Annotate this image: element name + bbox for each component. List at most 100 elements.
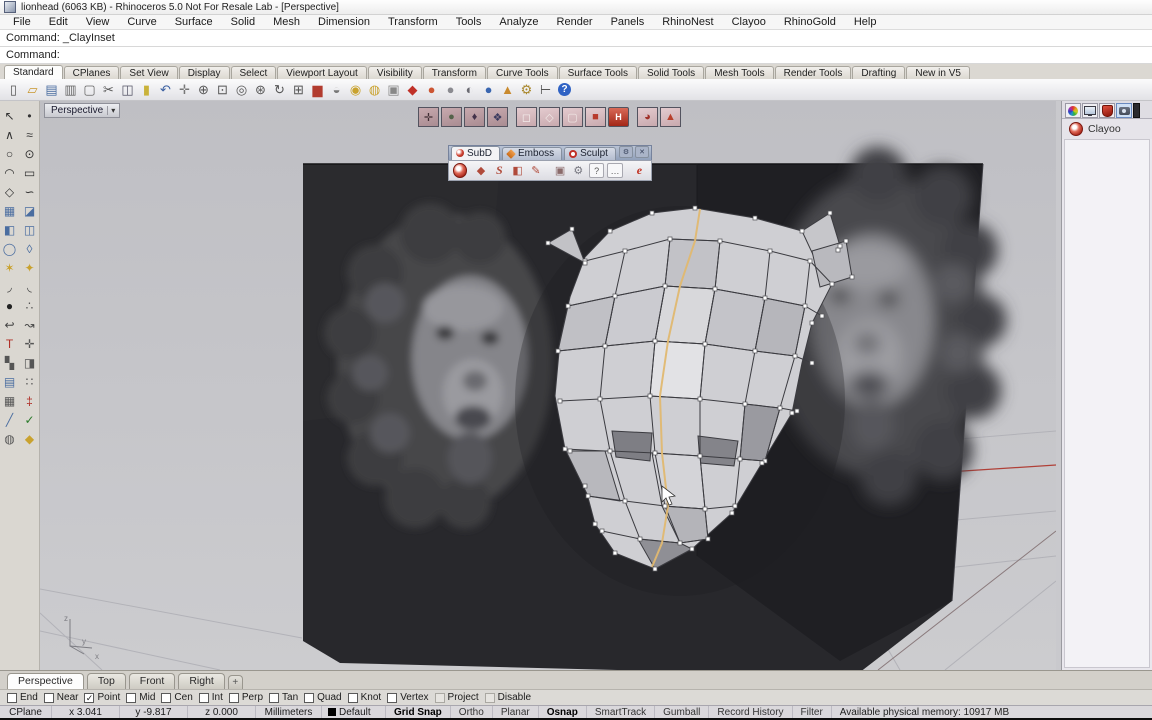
cone-icon[interactable]: ▲ bbox=[498, 81, 517, 99]
tool-curve-icon[interactable]: ≈ bbox=[20, 125, 39, 144]
menu-file[interactable]: File bbox=[4, 16, 40, 28]
osnap-int-checkbox[interactable]: Int bbox=[198, 692, 223, 703]
clayoo-logo-icon[interactable] bbox=[453, 163, 468, 178]
subd-pen-icon[interactable]: ✎ bbox=[528, 163, 543, 179]
title-bar[interactable]: lionhead (6063 KB) - Rhinoceros 5.0 Not … bbox=[0, 0, 1152, 15]
tool-loft-icon[interactable]: ◪ bbox=[20, 201, 39, 220]
osnap-cen-checkbox[interactable]: Cen bbox=[161, 692, 193, 703]
pane-ortho[interactable]: Ortho bbox=[451, 706, 493, 718]
save-icon[interactable]: ▤ bbox=[42, 81, 61, 99]
clayoo-subd-sphere-icon[interactable]: ● bbox=[441, 107, 462, 127]
tool-text-icon[interactable]: T bbox=[0, 334, 19, 353]
tool-cylinder-icon[interactable]: ◫ bbox=[20, 220, 39, 239]
gear-icon[interactable]: ⚙ bbox=[619, 146, 633, 158]
checkbox-box[interactable] bbox=[484, 692, 495, 703]
tab-display-icon[interactable] bbox=[1082, 103, 1098, 118]
tool-box-icon[interactable]: ◧ bbox=[0, 220, 19, 239]
checkbox-box[interactable] bbox=[7, 692, 17, 703]
ribbon-tab-standard[interactable]: Standard bbox=[4, 65, 63, 79]
menu-panels[interactable]: Panels bbox=[602, 16, 654, 28]
osnap-disable-checkbox[interactable]: Disable bbox=[484, 692, 531, 703]
pane-gumball[interactable]: Gumball bbox=[655, 706, 710, 718]
ribbon-tab-render-tools[interactable]: Render Tools bbox=[774, 66, 852, 79]
tool-select-icon[interactable]: ↖ bbox=[0, 106, 19, 125]
ribbon-tab-surface-tools[interactable]: Surface Tools bbox=[558, 66, 637, 79]
tool-dimension-icon[interactable]: ‡ bbox=[20, 391, 39, 410]
print-icon[interactable]: ▥ bbox=[61, 81, 80, 99]
osnap-near-checkbox[interactable]: Near bbox=[43, 692, 78, 703]
subd-more-icon[interactable]: … bbox=[607, 163, 623, 178]
undo-icon[interactable]: ↶ bbox=[156, 81, 175, 99]
open-file-icon[interactable]: ▱ bbox=[23, 81, 42, 99]
viewport-3d-scene[interactable]: z yx bbox=[40, 101, 1056, 670]
ribbon-tab-cplanes[interactable]: CPlanes bbox=[63, 66, 120, 79]
menu-clayoo[interactable]: Clayoo bbox=[723, 16, 775, 28]
vtab-perspective[interactable]: Perspective bbox=[7, 673, 84, 689]
clayoo-subd-pin-icon[interactable]: ✛ bbox=[418, 107, 439, 127]
cplane-pane[interactable]: CPlane bbox=[0, 706, 52, 718]
tab-sculpt[interactable]: Sculpt bbox=[564, 147, 616, 160]
units-pane[interactable]: Millimeters bbox=[256, 706, 322, 718]
checkbox-box[interactable] bbox=[269, 692, 280, 703]
tool-deform-icon[interactable]: ◊ bbox=[20, 239, 39, 258]
clayoo-round-box-icon[interactable]: ▢ bbox=[562, 107, 583, 127]
clayoo-subd-pipe-icon[interactable]: ♦ bbox=[464, 107, 485, 127]
ribbon-tab-drafting[interactable]: Drafting bbox=[852, 66, 906, 79]
menu-render[interactable]: Render bbox=[548, 16, 602, 28]
tab-properties-icon[interactable] bbox=[1065, 103, 1081, 118]
tool-blocks-icon[interactable]: ▚ bbox=[0, 353, 19, 372]
ribbon-tab-select[interactable]: Select bbox=[230, 66, 277, 79]
zoom-window-icon[interactable]: ⊡ bbox=[213, 81, 232, 99]
subd-edit-icon[interactable]: ◆ bbox=[473, 163, 488, 179]
osnap-perp-checkbox[interactable]: Perp bbox=[228, 692, 263, 703]
add-viewport-tab-button[interactable]: + bbox=[227, 675, 243, 689]
clayoo-box-icon[interactable]: ◻ bbox=[516, 107, 537, 127]
ribbon-tab-set-view[interactable]: Set View bbox=[120, 66, 178, 79]
ghosted-mode-icon[interactable]: ◐ bbox=[460, 81, 479, 99]
color-wheel-icon[interactable]: ● bbox=[422, 81, 441, 99]
ribbon-tab-transform[interactable]: Transform bbox=[422, 66, 486, 79]
menu-edit[interactable]: Edit bbox=[40, 16, 77, 28]
tool-grid-icon[interactable]: ▦ bbox=[0, 391, 19, 410]
pane-record-history[interactable]: Record History bbox=[709, 706, 793, 718]
pane-filter[interactable]: Filter bbox=[793, 706, 832, 718]
tool-move-icon[interactable]: ✛ bbox=[20, 334, 39, 353]
checkbox-box[interactable] bbox=[228, 692, 239, 703]
ribbon-tab-display[interactable]: Display bbox=[178, 66, 230, 79]
sun-icon[interactable]: ◉ bbox=[346, 81, 365, 99]
vtab-right[interactable]: Right bbox=[178, 673, 225, 689]
osnap-vertex-checkbox[interactable]: Vertex bbox=[387, 692, 429, 703]
menu-view[interactable]: View bbox=[77, 16, 119, 28]
menu-tools[interactable]: Tools bbox=[447, 16, 491, 28]
rotate-view-icon[interactable]: ↻ bbox=[270, 81, 289, 99]
tool-ellipse-icon[interactable]: ⊙ bbox=[20, 144, 39, 163]
dimension-icon[interactable]: ⊢ bbox=[536, 81, 555, 99]
tab-subd[interactable]: SubD bbox=[451, 146, 501, 160]
subd-capture-icon[interactable]: ▣ bbox=[552, 163, 567, 179]
checkbox-box[interactable] bbox=[161, 692, 172, 703]
clayoo-subd-cluster-icon[interactable]: ❖ bbox=[487, 107, 508, 127]
tool-check-icon[interactable]: ✓ bbox=[20, 410, 39, 429]
ribbon-tab-viewport-layout[interactable]: Viewport Layout bbox=[277, 66, 367, 79]
pane-planar[interactable]: Planar bbox=[493, 706, 539, 718]
menu-mesh[interactable]: Mesh bbox=[264, 16, 309, 28]
tool-surface-icon[interactable]: ▦ bbox=[0, 201, 19, 220]
tab-camera-icon[interactable] bbox=[1116, 103, 1132, 118]
vtab-front[interactable]: Front bbox=[128, 673, 176, 689]
tool-mirror-icon[interactable]: ◨ bbox=[20, 353, 39, 372]
menu-surface[interactable]: Surface bbox=[166, 16, 222, 28]
menu-transform[interactable]: Transform bbox=[379, 16, 447, 28]
tool-rectangle-icon[interactable]: ▭ bbox=[20, 163, 39, 182]
command-history-line[interactable]: Command: _ClayInset bbox=[0, 30, 1152, 47]
copy-icon[interactable]: ◫ bbox=[118, 81, 137, 99]
viewport-layout-icon[interactable]: ⊞ bbox=[289, 81, 308, 99]
tool-torus-icon[interactable]: ◯ bbox=[0, 239, 19, 258]
osnap-tan-checkbox[interactable]: Tan bbox=[269, 692, 298, 703]
ribbon-tab-new-in-v5[interactable]: New in V5 bbox=[906, 66, 970, 79]
tool-array-icon[interactable]: ∷ bbox=[20, 372, 39, 391]
tool-curve-edit-icon[interactable]: ↝ bbox=[20, 315, 39, 334]
clayoo-red-box-icon[interactable]: ■ bbox=[585, 107, 606, 127]
osnap-project-checkbox[interactable]: Project bbox=[434, 692, 479, 703]
ribbon-tab-curve-tools[interactable]: Curve Tools bbox=[486, 66, 558, 79]
menu-analyze[interactable]: Analyze bbox=[490, 16, 547, 28]
